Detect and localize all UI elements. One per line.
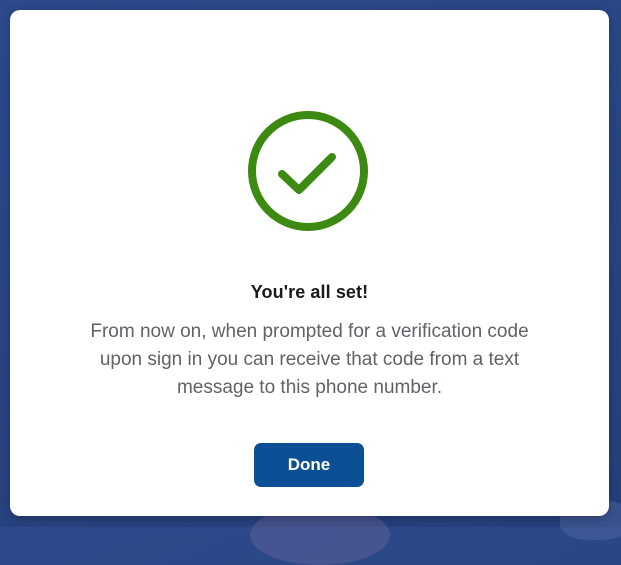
dialog-title: You're all set! — [250, 282, 369, 302]
checkmark-circle-icon — [246, 109, 370, 233]
confirmation-dialog: You're all set! From now on, when prompt… — [10, 10, 609, 516]
done-button[interactable]: Done — [254, 443, 364, 487]
dialog-message: From now on, when prompted for a verific… — [90, 321, 529, 398]
